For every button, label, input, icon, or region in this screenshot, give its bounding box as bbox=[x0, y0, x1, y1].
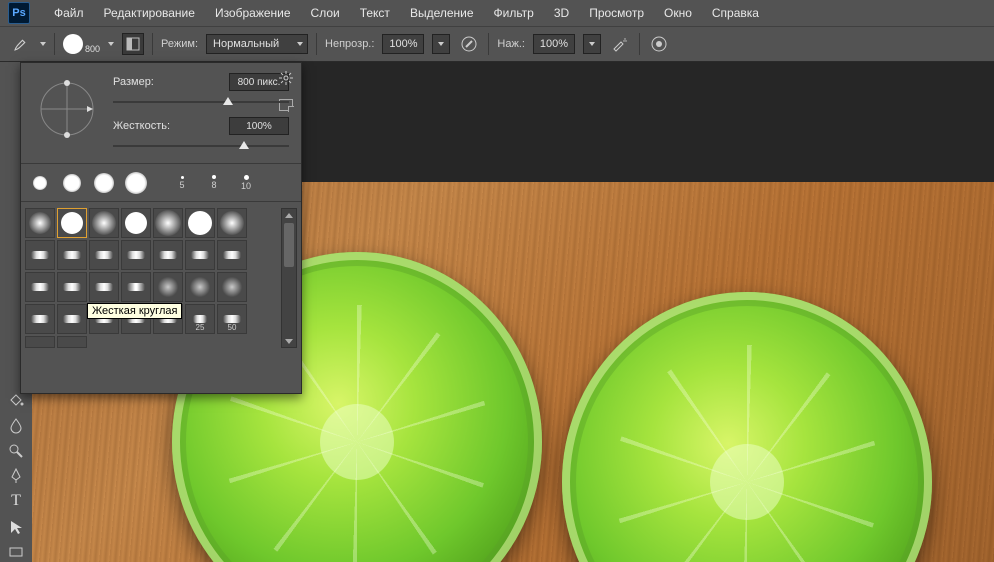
brush-preset[interactable] bbox=[185, 240, 215, 270]
chevron-down-icon bbox=[589, 42, 595, 46]
menu-help[interactable]: Справка bbox=[702, 2, 769, 24]
mode-value: Нормальный bbox=[213, 38, 293, 50]
brush-preset[interactable] bbox=[57, 272, 87, 302]
gear-icon[interactable] bbox=[279, 71, 293, 85]
quick-soft-1[interactable] bbox=[25, 166, 55, 200]
brush-preset[interactable] bbox=[153, 272, 183, 302]
menu-3d[interactable]: 3D bbox=[544, 2, 579, 24]
opacity-dropdown[interactable] bbox=[432, 34, 450, 54]
quick-divider bbox=[153, 166, 165, 200]
tool-pen[interactable] bbox=[4, 466, 28, 485]
tool-text[interactable]: T bbox=[4, 492, 28, 511]
mode-label: Режим: bbox=[161, 38, 198, 50]
separator bbox=[316, 33, 317, 55]
brush-size-label: 800 bbox=[85, 44, 100, 54]
brush-preset[interactable] bbox=[121, 208, 151, 238]
tool-preset-arrow-icon[interactable] bbox=[40, 42, 46, 46]
brush-preview[interactable]: 800 bbox=[63, 34, 100, 54]
tool-blur[interactable] bbox=[4, 415, 28, 434]
brush-preset-grid: 25 50 bbox=[21, 201, 301, 354]
scroll-up-icon[interactable] bbox=[282, 209, 296, 221]
brush-preset[interactable] bbox=[89, 240, 119, 270]
tool-strip: T bbox=[0, 386, 32, 562]
opacity-label: Непрозр.: bbox=[325, 38, 374, 50]
quick-hard-1[interactable] bbox=[89, 166, 119, 200]
brush-preset[interactable] bbox=[57, 336, 87, 348]
menu-filter[interactable]: Фильтр bbox=[484, 2, 544, 24]
brush-dropdown-arrow-icon[interactable] bbox=[108, 42, 114, 46]
size-slider[interactable] bbox=[113, 95, 289, 109]
flow-input[interactable]: 100% bbox=[533, 34, 575, 54]
brush-quick-sizes: 5 8 10 bbox=[21, 163, 301, 201]
hardness-input[interactable]: 100% bbox=[229, 117, 289, 135]
tool-brush-icon[interactable] bbox=[10, 33, 32, 55]
quick-hard-10[interactable]: 10 bbox=[231, 166, 261, 200]
brush-preset[interactable] bbox=[89, 208, 119, 238]
quick-hard-8[interactable]: 8 bbox=[199, 166, 229, 200]
chevron-down-icon bbox=[297, 42, 303, 46]
size-label: Размер: bbox=[113, 76, 154, 88]
brush-preset[interactable] bbox=[217, 240, 247, 270]
tool-path-select[interactable] bbox=[4, 517, 28, 536]
brush-preset[interactable]: 25 bbox=[185, 304, 215, 334]
menu-window[interactable]: Окно bbox=[654, 2, 702, 24]
brush-preset[interactable] bbox=[25, 240, 55, 270]
brush-preset[interactable] bbox=[25, 304, 55, 334]
quick-soft-3[interactable] bbox=[121, 166, 151, 200]
brush-preset[interactable] bbox=[217, 272, 247, 302]
brush-panel-toggle[interactable] bbox=[122, 33, 144, 55]
menu-bar: Ps Файл Редактирование Изображение Слои … bbox=[0, 0, 994, 26]
flow-label: Наж.: bbox=[497, 38, 525, 50]
pressure-opacity-button[interactable] bbox=[458, 33, 480, 55]
brush-preset[interactable] bbox=[121, 272, 151, 302]
separator bbox=[152, 33, 153, 55]
menu-select[interactable]: Выделение bbox=[400, 2, 484, 24]
brush-preview-dot-icon bbox=[63, 34, 83, 54]
brush-preset[interactable]: 50 bbox=[217, 304, 247, 334]
menu-image[interactable]: Изображение bbox=[205, 2, 301, 24]
app-logo: Ps bbox=[8, 2, 30, 24]
menu-layers[interactable]: Слои bbox=[301, 2, 350, 24]
flow-dropdown[interactable] bbox=[583, 34, 601, 54]
scroll-thumb[interactable] bbox=[284, 223, 294, 267]
brush-preset[interactable] bbox=[185, 272, 215, 302]
brush-preset[interactable] bbox=[57, 240, 87, 270]
pressure-size-button[interactable] bbox=[648, 33, 670, 55]
brush-preset[interactable] bbox=[153, 240, 183, 270]
separator bbox=[488, 33, 489, 55]
tool-dodge[interactable] bbox=[4, 441, 28, 460]
tool-rectangle[interactable] bbox=[4, 543, 28, 562]
brush-preset-selected[interactable] bbox=[57, 208, 87, 238]
separator bbox=[54, 33, 55, 55]
chevron-down-icon bbox=[438, 42, 444, 46]
brush-tooltip: Жесткая круглая bbox=[87, 303, 182, 319]
brush-preset[interactable] bbox=[25, 336, 55, 348]
preset-scrollbar[interactable] bbox=[281, 208, 297, 348]
menu-view[interactable]: Просмотр bbox=[579, 2, 654, 24]
menu-edit[interactable]: Редактирование bbox=[94, 2, 205, 24]
hardness-slider[interactable] bbox=[113, 139, 289, 153]
brush-preset[interactable] bbox=[25, 272, 55, 302]
brush-preset[interactable] bbox=[217, 208, 247, 238]
quick-soft-2[interactable] bbox=[57, 166, 87, 200]
brush-preset[interactable] bbox=[57, 304, 87, 334]
hardness-label: Жесткость: bbox=[113, 120, 170, 132]
brush-preset[interactable] bbox=[153, 208, 183, 238]
mode-dropdown[interactable]: Нормальный bbox=[206, 34, 308, 54]
separator bbox=[639, 33, 640, 55]
menu-file[interactable]: Файл bbox=[44, 2, 94, 24]
brush-angle-widget[interactable] bbox=[31, 73, 103, 145]
brush-preset[interactable] bbox=[121, 240, 151, 270]
airbrush-button[interactable] bbox=[609, 33, 631, 55]
brush-preset[interactable] bbox=[25, 208, 55, 238]
brush-preset[interactable] bbox=[89, 272, 119, 302]
quick-hard-5[interactable]: 5 bbox=[167, 166, 197, 200]
options-bar: 800 Режим: Нормальный Непрозр.: 100% Наж… bbox=[0, 26, 994, 62]
menu-text[interactable]: Текст bbox=[350, 2, 400, 24]
scroll-down-icon[interactable] bbox=[282, 335, 296, 347]
brush-preset[interactable] bbox=[185, 208, 215, 238]
brush-preset-popup: Размер: 800 пикс. Жесткость: 100% 5 8 10 bbox=[20, 62, 302, 394]
opacity-input[interactable]: 100% bbox=[382, 34, 424, 54]
